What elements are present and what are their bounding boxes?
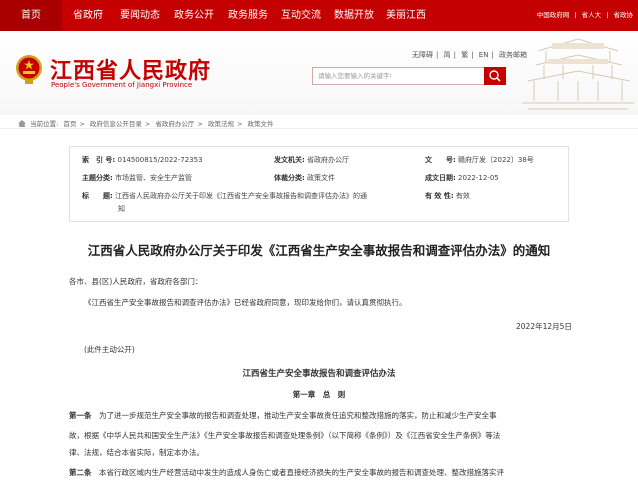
article-1-line2: 故，根据《中华人民共和国安全生产法》《生产安全事故报告和调查处理条例》（以下简称…: [69, 431, 501, 440]
meta-title: 标 题: 江西省人民政府办公厅关于印发《江西省生产安全事故报告和调查评估办法》的…: [82, 192, 368, 200]
nav-provincial-gov[interactable]: 省政府: [73, 0, 103, 31]
breadcrumb-regulations[interactable]: 政策法规: [208, 120, 234, 128]
article-salutation: 各市、县(区)人民政府，省政府各部门：: [69, 277, 203, 286]
article-body: 《江西省生产安全事故报告和调查评估办法》已经省政府同意，现印发给你们，请认真贯彻…: [84, 298, 407, 307]
meta-date: 成文日期: 2022-12-05: [425, 174, 499, 182]
tengwang-pavilion-illustration: [522, 38, 634, 110]
top-right-links: 中国政府网 | 省人大 | 省政协: [536, 11, 634, 19]
meta-topic: 主题分类: 市场监管、安全生产监管: [82, 174, 193, 182]
nav-home[interactable]: 首页: [0, 0, 62, 31]
article-1-line3: 律、法规，结合本省实际，制定本办法。: [69, 448, 204, 457]
link-provincial-congress[interactable]: 省人大: [582, 11, 602, 19]
nav-beautiful-jiangxi[interactable]: 美丽江西: [386, 0, 426, 31]
home-icon: [18, 120, 26, 127]
nav-gov-affairs[interactable]: 政务公开: [174, 0, 214, 31]
article-date: 2022年12月5日: [516, 322, 572, 331]
nav-gov-services[interactable]: 政务服务: [228, 0, 268, 31]
article-public-note: (此件主动公开): [84, 345, 135, 354]
article-1: 第一条 为了进一步规范生产安全事故的报告和调查处理，推动生产安全事故责任追究和整…: [69, 411, 497, 420]
meta-validity: 有 效 性: 有效: [425, 192, 470, 200]
nav-interaction[interactable]: 互动交流: [281, 0, 321, 31]
header-links: 无障碍 | 简 | 繁 | EN | 政务邮箱: [412, 51, 528, 59]
regulation-title: 江西省生产安全事故报告和调查评估办法: [242, 369, 396, 379]
link-cppcc[interactable]: 省政协: [614, 11, 634, 19]
meta-genre: 体裁分类: 政策文件: [274, 174, 336, 182]
breadcrumb-office[interactable]: 省政府办公厅: [155, 120, 194, 128]
breadcrumb-catalog[interactable]: 政府信息公开目录: [90, 120, 142, 128]
national-emblem-icon: [16, 55, 42, 84]
search-icon: [489, 70, 501, 82]
meta-title-line2: 知: [118, 205, 125, 213]
site-header: 江西省人民政府 People's Government of Jiangxi P…: [0, 31, 638, 115]
meta-doc-number: 文 号: 赣府厅发〔2022〕38号: [425, 156, 534, 164]
breadcrumb-policy-docs[interactable]: 政策文件: [247, 120, 273, 128]
breadcrumb-bar: 当前位置: 首页 > 政府信息公开目录 > 省政府办公厅 > 政策法规 > 政策文件: [0, 115, 638, 129]
top-navigation: 首页 省政府 要闻动态 政务公开 政务服务 互动交流 数据开放 美丽江西 中国政…: [0, 0, 638, 31]
breadcrumb: 当前位置: 首页 > 政府信息公开目录 > 省政府办公厅 > 政策法规 > 政策文件: [18, 118, 276, 128]
document-metadata: 索 引 号: 014500815/2022-72353 发文机关: 省政府办公厅…: [69, 146, 569, 222]
site-subtitle: People's Government of Jiangxi Province: [51, 81, 193, 89]
meta-issuer: 发文机关: 省政府办公厅: [274, 156, 350, 164]
article-2: 第二条 本省行政区域内生产经营活动中发生的造成人身伤亡或者直接经济损失的生产安全…: [69, 468, 504, 477]
link-traditional[interactable]: 繁: [461, 51, 468, 59]
meta-index: 索 引 号: 014500815/2022-72353: [82, 156, 203, 164]
link-simplified[interactable]: 简: [444, 51, 451, 59]
nav-open-data[interactable]: 数据开放: [334, 0, 374, 31]
link-china-gov[interactable]: 中国政府网: [537, 11, 570, 19]
breadcrumb-home[interactable]: 首页: [63, 120, 76, 128]
search-input[interactable]: 请输入您要输入的关键字!: [312, 67, 484, 85]
search-button[interactable]: [484, 67, 506, 85]
link-accessibility[interactable]: 无障碍: [412, 51, 433, 59]
breadcrumb-label: 当前位置:: [30, 120, 59, 128]
nav-news[interactable]: 要闻动态: [120, 0, 160, 31]
article-title: 江西省人民政府办公厅关于印发《江西省生产安全事故报告和调查评估办法》的通知: [87, 243, 551, 258]
chapter-heading: 第一章 总 则: [292, 390, 346, 399]
link-english[interactable]: EN: [479, 51, 489, 59]
